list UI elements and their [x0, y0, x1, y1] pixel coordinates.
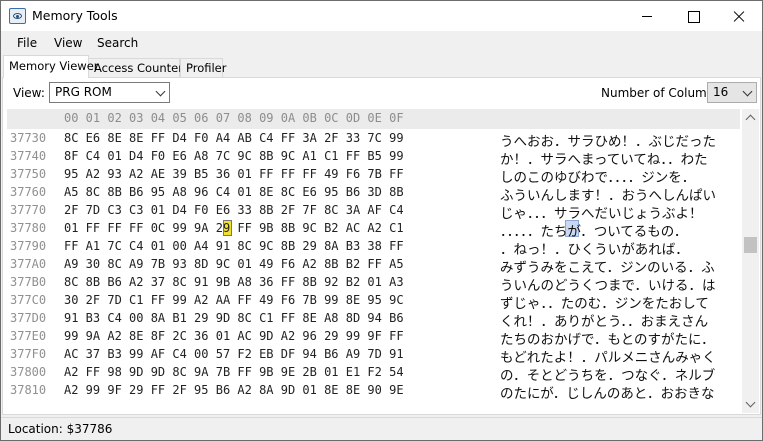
row-text[interactable]: のたにが．じしんのあと．おおきな [500, 382, 715, 402]
hex-row[interactable]: 377B0 8C 8B B6 A2 37 8C 91 9B A8 36 FF 8… [7, 273, 740, 294]
row-bytes[interactable]: A2 99 9F 29 FF 2F 95 B6 A2 8A 9D 01 8E 8… [64, 383, 404, 397]
row-address: 37790 [10, 239, 47, 253]
hex-row-selected[interactable]: 37780 01 FF FF FF 0C 99 9A 29 FF 9B 8B 9… [7, 219, 740, 240]
row-bytes[interactable]: 8C 8B B6 A2 37 8C 91 9B A8 36 FF 8B 92 B… [64, 275, 404, 289]
row-bytes[interactable]: 91 B3 C4 00 8A B1 29 9D 8C C1 FF 8E A8 8… [64, 311, 404, 325]
row-address: 377E0 [10, 329, 47, 343]
chevron-down-icon [155, 86, 166, 97]
location-status: Location: $37786 [8, 422, 113, 436]
menu-view[interactable]: View [54, 36, 82, 50]
row-address: 377B0 [10, 275, 47, 289]
menu-bar: File View Search [1, 32, 762, 54]
row-address: 37750 [10, 167, 47, 181]
hex-row[interactable]: 377A0 A9 30 8C A9 7B 93 8D 9C 01 49 F6 A… [7, 255, 740, 276]
scroll-up-icon[interactable] [742, 109, 759, 126]
row-bytes[interactable]: 01 FF FF FF 0C 99 9A 29 FF 9B 8B 9C B2 A… [64, 221, 404, 235]
chevron-down-icon [742, 86, 753, 97]
row-address: 37780 [10, 221, 47, 235]
row-bytes[interactable]: 2F 7D C3 C3 01 D4 F0 E6 33 8B 2F 7F 8C 3… [64, 203, 404, 217]
tab-bar: Memory Viewer Access Counters Profiler [1, 55, 762, 78]
hex-row[interactable]: 377D0 91 B3 C4 00 8A B1 29 9D 8C C1 FF 8… [7, 309, 740, 330]
row-bytes[interactable]: A9 30 8C A9 7B 93 8D 9C 01 49 F6 A2 8B B… [64, 257, 404, 271]
hex-row[interactable]: 37740 8F C4 01 D4 F0 E6 A8 7C 9C 8B 9C A… [7, 147, 740, 168]
columns-dropdown[interactable]: 16 [707, 82, 757, 103]
view-label: View: [13, 86, 45, 100]
status-bar: Location: $37786 [1, 417, 762, 440]
vertical-scrollbar[interactable] [742, 109, 759, 413]
row-bytes[interactable]: 30 2F 7D C1 FF 99 A2 AA FF 49 F6 7B 99 8… [64, 293, 404, 307]
row-address: 377F0 [10, 347, 47, 361]
row-address: 37760 [10, 185, 47, 199]
tab-memory-viewer[interactable]: Memory Viewer [3, 55, 99, 78]
window-title: Memory Tools [32, 8, 118, 23]
columns-dropdown-value: 16 [713, 85, 729, 99]
memory-viewer-panel: View: PRG ROM Number of Columns: 16 00 0… [2, 77, 761, 415]
hex-row[interactable]: 37800 A2 FF 98 9D 9D 8C 9A 7B FF 9B 9E 2… [7, 363, 740, 384]
view-dropdown[interactable]: PRG ROM [49, 82, 170, 103]
memory-tools-window: Memory Tools File View Search Memory Vie… [0, 0, 763, 441]
row-bytes[interactable]: AC 37 B3 99 AF C4 00 57 F2 EB DF 94 B6 A… [64, 347, 404, 361]
hex-row[interactable]: 377C0 30 2F 7D C1 FF 99 A2 AA FF 49 F6 7… [7, 291, 740, 312]
minimize-icon[interactable] [624, 1, 670, 31]
title-bar: Memory Tools [1, 1, 762, 31]
menu-file[interactable]: File [17, 36, 37, 50]
row-address: 37730 [10, 131, 47, 145]
scrollbar-thumb[interactable] [744, 237, 757, 253]
row-bytes[interactable]: 99 9A A2 8E 8F 2C 36 01 AC 9D A2 96 29 9… [64, 329, 404, 343]
hex-row[interactable]: 37730 8C E6 8E 8E FF D4 F0 A4 AB C4 FF 3… [7, 129, 740, 150]
hex-row[interactable]: 37790 FF A1 7C C4 01 00 A4 91 8C 9C 8B 2… [7, 237, 740, 258]
row-address: 377A0 [10, 257, 47, 271]
row-bytes[interactable]: 8F C4 01 D4 F0 E6 A8 7C 9C 8B 9C A1 C1 F… [64, 149, 404, 163]
row-bytes[interactable]: FF A1 7C C4 01 00 A4 91 8C 9C 8B 29 8A B… [64, 239, 404, 253]
scroll-down-icon[interactable] [742, 396, 759, 413]
tab-access-counters[interactable]: Access Counters [88, 58, 189, 77]
tab-profiler[interactable]: Profiler [180, 58, 227, 77]
row-address: 37810 [10, 383, 47, 397]
row-bytes[interactable]: 8C E6 8E 8E FF D4 F0 A4 AB C4 FF 3A 2F 3… [64, 131, 404, 145]
row-address: 377C0 [10, 293, 47, 307]
row-address: 37800 [10, 365, 47, 379]
row-address: 37740 [10, 149, 47, 163]
hex-row[interactable]: 37750 95 A2 93 A2 AE 39 B5 36 01 FF FF F… [7, 165, 740, 186]
hex-row[interactable]: 37770 2F 7D C3 C3 01 D4 F0 E6 33 8B 2F 7… [7, 201, 740, 222]
hex-row[interactable]: 377F0 AC 37 B3 99 AF C4 00 57 F2 EB DF 9… [7, 345, 740, 366]
row-address: 377D0 [10, 311, 47, 325]
eye-icon [9, 8, 26, 24]
row-bytes[interactable]: A2 FF 98 9D 9D 8C 9A 7B FF 9B 9E 2B 01 E… [64, 365, 404, 379]
close-icon[interactable] [716, 1, 762, 31]
row-bytes[interactable]: 95 A2 93 A2 AE 39 B5 36 01 FF FF FF 49 F… [64, 167, 404, 181]
hex-row[interactable]: 37760 A5 8C 8B B6 95 A8 96 C4 01 8E 8C E… [7, 183, 740, 204]
hex-row[interactable]: 37810 A2 99 9F 29 FF 2F 95 B6 A2 8A 9D 0… [7, 381, 740, 402]
hex-column-header: 00 01 02 03 04 05 06 07 08 09 0A 0B 0C 0… [7, 109, 740, 129]
hex-header-offsets: 00 01 02 03 04 05 06 07 08 09 0A 0B 0C 0… [64, 111, 404, 125]
view-dropdown-value: PRG ROM [55, 85, 112, 99]
row-bytes[interactable]: A5 8C 8B B6 95 A8 96 C4 01 8E 8C E6 95 B… [64, 185, 404, 199]
hex-row[interactable]: 377E0 99 9A A2 8E 8F 2C 36 01 AC 9D A2 9… [7, 327, 740, 348]
hex-viewer[interactable]: 00 01 02 03 04 05 06 07 08 09 0A 0B 0C 0… [7, 109, 740, 413]
menu-search[interactable]: Search [97, 36, 138, 50]
row-address: 37770 [10, 203, 47, 217]
maximize-icon[interactable] [670, 1, 716, 31]
